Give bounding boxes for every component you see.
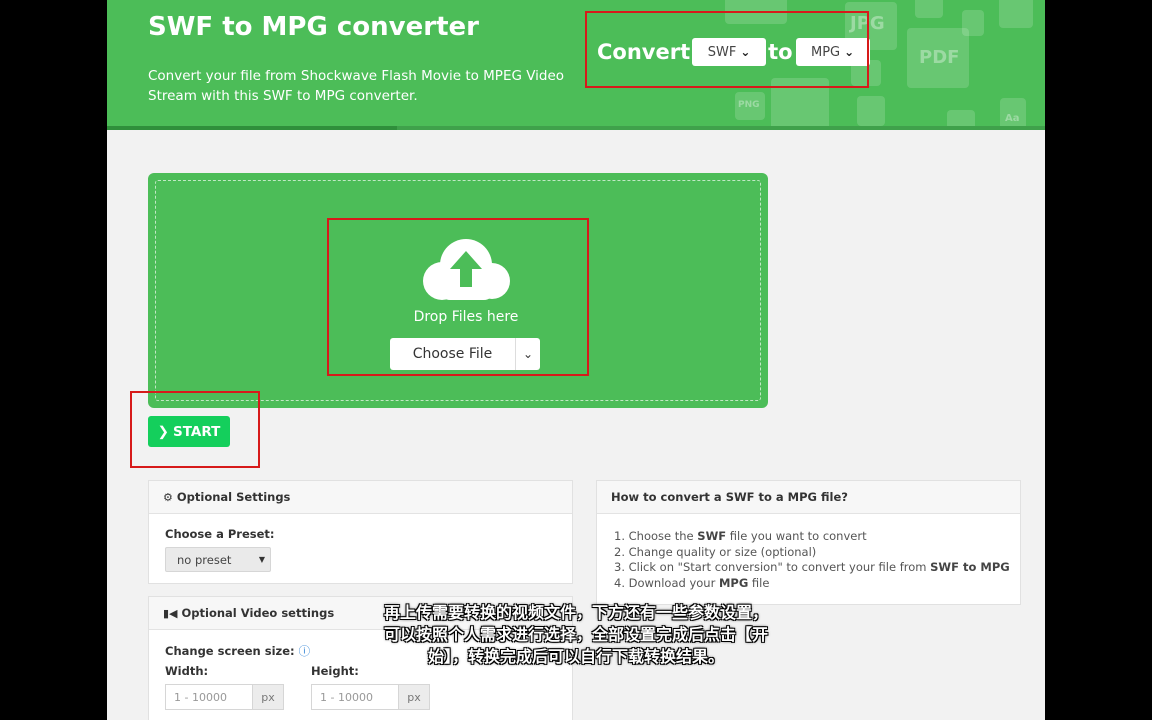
width-unit: px bbox=[252, 685, 283, 709]
optional-settings-header: ⚙ Optional Settings bbox=[149, 481, 572, 514]
header-banner: JPG PDF PNG Aa SWF to MPG converter Conv… bbox=[107, 0, 1045, 130]
decor-pdf-label: PDF bbox=[919, 47, 960, 68]
caret-down-icon: ▼ bbox=[258, 555, 265, 564]
decor-font-label: Aa bbox=[1005, 113, 1020, 124]
optional-settings-title: Optional Settings bbox=[176, 490, 291, 504]
gear-icon: ⚙ bbox=[163, 490, 173, 504]
height-input[interactable]: 1 - 10000 px bbox=[311, 684, 430, 710]
decor-chart-icon bbox=[999, 0, 1033, 28]
preset-label: Choose a Preset: bbox=[165, 527, 275, 541]
preset-select[interactable]: no preset ▼ bbox=[165, 547, 271, 572]
caption-line: 再上传需要转换的视频文件，下方还有一些参数设置， bbox=[383, 603, 768, 622]
caption-line: 始】，转换完成后可以自行下载转换结果。 bbox=[427, 647, 724, 666]
height-placeholder[interactable]: 1 - 10000 bbox=[312, 685, 398, 709]
decor-png-label: PNG bbox=[738, 100, 760, 110]
caption-line: 可以按照个人需求进行选择，全部设置完成后点击【开 bbox=[383, 625, 768, 644]
howto-step: 4. Download your MPG file bbox=[614, 576, 770, 591]
howto-step: 3. Click on "Start conversion" to conver… bbox=[614, 560, 1010, 575]
header-progress-bar bbox=[107, 126, 397, 130]
annotation-upload-box bbox=[327, 218, 589, 376]
video-caption: 再上传需要转换的视频文件，下方还有一些参数设置， 可以按照个人需求进行选择，全部… bbox=[0, 602, 1152, 668]
width-placeholder[interactable]: 1 - 10000 bbox=[166, 685, 252, 709]
howto-title: How to convert a SWF to a MPG file? bbox=[611, 490, 848, 504]
annotation-format-box bbox=[585, 11, 869, 88]
width-input[interactable]: 1 - 10000 px bbox=[165, 684, 284, 710]
howto-panel: How to convert a SWF to a MPG file? 1. C… bbox=[596, 480, 1021, 605]
page-title: SWF to MPG converter bbox=[148, 12, 479, 42]
howto-step: 1. Choose the SWF file you want to conve… bbox=[614, 529, 867, 543]
howto-step: 2. Change quality or size (optional) bbox=[614, 544, 817, 559]
howto-header: How to convert a SWF to a MPG file? bbox=[597, 481, 1020, 514]
preset-value: no preset bbox=[177, 552, 232, 567]
decor-image-icon bbox=[915, 0, 943, 18]
annotation-start-box bbox=[130, 391, 260, 468]
optional-settings-panel: ⚙ Optional Settings Choose a Preset: no … bbox=[148, 480, 573, 584]
decor-small-doc-icon bbox=[857, 96, 885, 126]
page-subtitle: Convert your file from Shockwave Flash M… bbox=[148, 68, 565, 104]
howto-steps: 1. Choose the SWF file you want to conve… bbox=[614, 529, 1010, 592]
height-unit: px bbox=[398, 685, 429, 709]
